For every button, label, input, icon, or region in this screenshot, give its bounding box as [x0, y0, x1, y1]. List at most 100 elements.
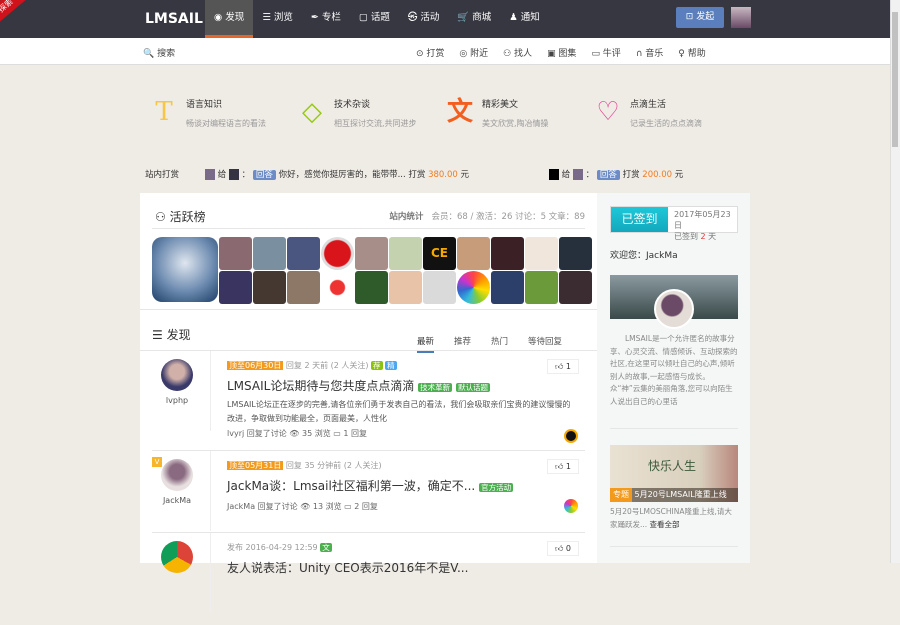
sep: ： [585, 170, 595, 180]
avatar[interactable] [525, 271, 558, 304]
like-button[interactable]: 👍︎ 1 [547, 459, 579, 474]
avatar[interactable] [355, 271, 388, 304]
like-count: 0 [565, 544, 571, 553]
main-nav: ◉ 发现 ☰ 浏览 ✒ 专栏 ▢ 话题 ㉿ 活动 🛒 商城 ♟ 通知 [205, 0, 549, 38]
author-avatar[interactable] [161, 541, 193, 573]
divider [210, 351, 211, 431]
diamond-icon: ◇ [302, 97, 322, 127]
reward-amount: 380.00 [428, 170, 458, 180]
list-icon: ☰ [152, 328, 167, 342]
checkin-button[interactable]: 已签到 [611, 207, 668, 232]
category-tech[interactable]: ◇ 技术杂谈 相互探讨交流,共同进步 [298, 97, 446, 129]
avatar[interactable]: CE [423, 237, 456, 270]
pin-badge: 顶至05月31日 [227, 461, 284, 470]
post-title-link[interactable]: JackMa谈：Lmsail社区福利第一波，确定不... [227, 479, 475, 493]
checkin-info: 2017年05月23日 已签到 2 天 [674, 209, 737, 242]
category-life[interactable]: ♡ 点滴生活 记录生活的点点滴滴 [594, 97, 742, 129]
user-avatar[interactable] [731, 7, 751, 28]
wen-icon: 文 [446, 97, 473, 127]
days-suffix: 天 [705, 232, 717, 241]
post-button[interactable]: ⊡ 发起 [676, 7, 724, 28]
category-title: 技术杂谈 [334, 100, 371, 110]
avatar[interactable] [457, 237, 490, 270]
like-button[interactable]: 👍︎ 1 [547, 359, 579, 374]
nav-events[interactable]: ㉿ 活动 [399, 0, 449, 38]
avatar[interactable] [423, 271, 456, 304]
author-avatar[interactable] [161, 359, 193, 391]
author-name[interactable]: lvphp [140, 396, 214, 405]
view-all-link[interactable]: 查看全部 [650, 520, 680, 529]
reward-item[interactable]: 给 ： 回答 打赏 200.00 元 [549, 168, 683, 180]
special-banner[interactable]: 快乐人生 专题 5月20号LMSAIL隆重上线 [610, 445, 738, 502]
post-title-link[interactable]: 友人说表活：Unity CEO表示2016年不是V... [227, 561, 468, 575]
nav-shop[interactable]: 🛒 商城 [448, 0, 500, 38]
site-about: LMSAIL是一个允许匿名的故事分享、心灵交流、情感倾诉、互动探索的社区,在这里… [610, 334, 738, 406]
avatar[interactable] [559, 237, 592, 270]
avatar[interactable] [287, 237, 320, 270]
top-user-avatar[interactable] [152, 237, 218, 302]
link-help[interactable]: ♀ 帮助 [678, 46, 705, 59]
topic-label[interactable]: 默认话题 [455, 383, 490, 392]
avatar[interactable] [559, 271, 592, 304]
avatar[interactable] [457, 271, 490, 304]
avatar[interactable] [219, 237, 252, 270]
reward-item[interactable]: 给 ： 回答 你好，感觉你挺厉害的，能带带... 打赏 380.00 元 [205, 168, 469, 180]
category-essays[interactable]: 文精彩美文 美文欣赏,陶冶情操 [446, 97, 594, 129]
stats-values: 会员：68 / 激活：26 讨论：5 文章：89 [431, 212, 585, 222]
like-button[interactable]: 👍︎ 0 [547, 541, 579, 556]
reward-text: 你好，感觉你挺厉害的，能带带... 打赏 [278, 170, 426, 180]
post-meta: 发布 2016-04-29 12:59 文 [227, 542, 332, 553]
nav-notify[interactable]: ♟ 通知 [500, 0, 549, 38]
avatar[interactable] [321, 237, 354, 270]
avatar[interactable] [287, 271, 320, 304]
author-avatar[interactable] [161, 459, 193, 491]
avatar[interactable] [355, 237, 388, 270]
thumb-up-icon: 👍︎ [555, 362, 566, 371]
logo[interactable]: LMSAIL [145, 11, 203, 27]
meta-text: 发布 2016-04-29 12:59 [227, 543, 318, 552]
topic-label[interactable]: 官方活动 [479, 483, 514, 492]
nav-discover[interactable]: ◉ 发现 [205, 0, 254, 38]
main-panel: ⚇ 活跃榜 站内统计 会员：68 / 激活：26 讨论：5 文章：89 CE ☰… [140, 193, 597, 613]
profile-avatar[interactable] [654, 289, 694, 329]
avatar [205, 169, 215, 180]
replier-avatar[interactable] [564, 499, 578, 513]
link-reviews[interactable]: ▭ 牛评 [591, 46, 620, 59]
special-desc: 5月20号LMOSCHINA隆重上线,请大家踊跃发... 查看全部 [610, 506, 738, 531]
nav-topics[interactable]: ▢ 话题 [350, 0, 399, 38]
avatar [549, 169, 559, 180]
post-title-link[interactable]: LMSAIL论坛期待与您共度点点滴滴 [227, 379, 414, 393]
author-name[interactable]: JackMa [140, 496, 214, 505]
avatar[interactable] [321, 271, 354, 304]
avatar[interactable] [253, 271, 286, 304]
avatar[interactable] [491, 237, 524, 270]
topic-label[interactable]: 技术革新 [418, 383, 453, 392]
avatar[interactable] [491, 271, 524, 304]
t-icon: T [155, 97, 173, 127]
avatar[interactable] [389, 271, 422, 304]
featured-badge: 精 [385, 361, 397, 370]
nav-column[interactable]: ✒ 专栏 [302, 0, 350, 38]
search-link[interactable]: 🔍 搜索 [143, 46, 175, 59]
link-nearby[interactable]: ◎ 附近 [459, 46, 488, 59]
avatar[interactable] [389, 237, 422, 270]
corner-ribbon[interactable]: 探索 [0, 0, 27, 25]
link-people[interactable]: ⚇ 找人 [503, 46, 532, 59]
meta-text: 回复 2 天前 (2 人关注) [285, 361, 369, 370]
special-title[interactable]: 5月20号LMSAIL隆重上线 [635, 490, 727, 499]
avatar[interactable] [219, 271, 252, 304]
avatar[interactable] [253, 237, 286, 270]
link-gallery[interactable]: ▣ 图集 [547, 46, 576, 59]
reward-label: 站内打赏 [145, 170, 180, 180]
link-music[interactable]: ∩ 音乐 [636, 46, 663, 59]
checkin-date: 2017年05月23日 [674, 210, 731, 230]
avatar[interactable] [525, 237, 558, 270]
answer-tag: 回答 [596, 170, 620, 180]
post-desc: LMSAIL论坛正在逐步的完善,请各位亲们勇于发表自己的看法，我们会吸取亲们宝贵… [227, 400, 571, 423]
scrollbar-thumb[interactable] [892, 12, 898, 147]
welcome-text: 欢迎您：JackMa [610, 251, 678, 261]
link-reward[interactable]: ⊙ 打赏 [416, 46, 444, 59]
category-language[interactable]: T 语言知识 畅谈对编程语言的看法 [150, 97, 298, 129]
nav-browse[interactable]: ☰ 浏览 [253, 0, 302, 38]
replier-avatar[interactable] [564, 429, 578, 443]
